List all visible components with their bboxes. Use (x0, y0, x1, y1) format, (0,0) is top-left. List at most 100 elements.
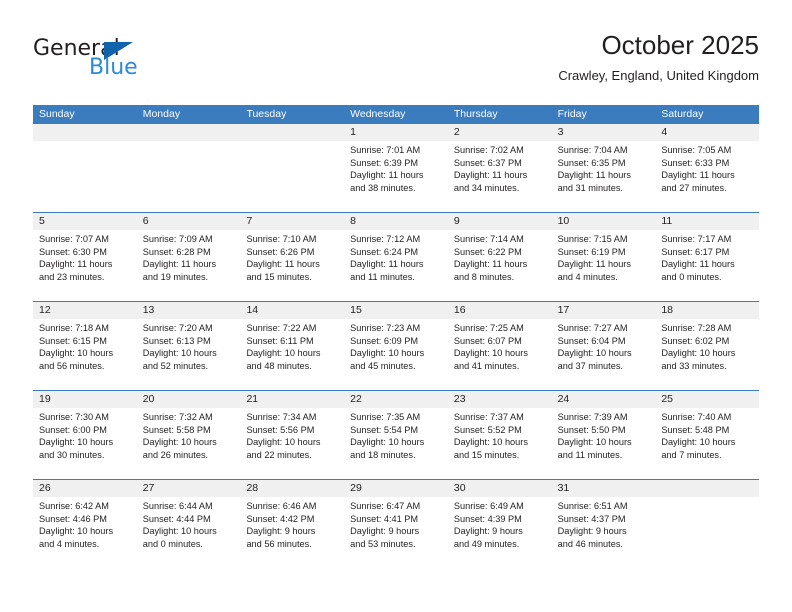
calendar-day-cell[interactable]: 27 Sunrise: 6:44 AM Sunset: 4:44 PM Dayligh… (136, 480, 241, 568)
calendar-day-cell[interactable]: 18 Sunrise: 7:28 AM Sunset: 6:02 PM Dayligh… (655, 302, 760, 390)
calendar-day-cell[interactable]: 12 Sunrise: 7:18 AM Sunset: 6:15 PM Dayligh… (33, 302, 137, 390)
sunrise-text: Sunrise: 6:47 AM (350, 501, 421, 511)
sunset-text: Sunset: 6:00 PM (39, 424, 107, 435)
calendar-week-row: 26 Sunrise: 6:42 AM Sunset: 4:46 PM Dayligh… (33, 479, 760, 568)
title-block: October 2025 Crawley, England, United Ki… (558, 28, 759, 86)
day-details: Sunrise: 7:12 AM Sunset: 6:24 PM Daylight:… (344, 230, 448, 283)
daylight-text: and 15 minutes. (453, 449, 520, 460)
calendar-day-cell[interactable]: 16 Sunrise: 7:25 AM Sunset: 6:07 PM Dayligh… (447, 302, 552, 390)
sunrise-text: Sunrise: 7:25 AM (453, 323, 524, 333)
daylight-text: Daylight: 10 hours (142, 526, 217, 537)
calendar-day-cell[interactable]: 26 Sunrise: 6:42 AM Sunset: 4:46 PM Dayligh… (33, 480, 137, 568)
general-blue-logo[interactable]: General Blue (33, 36, 233, 88)
weekday-header-thursday: Thursday (453, 108, 498, 120)
calendar-day-cell[interactable]: 30 Sunrise: 6:49 AM Sunset: 4:39 PM Dayligh… (447, 480, 552, 568)
day-details: Sunrise: 7:09 AM Sunset: 6:28 PM Daylight:… (137, 230, 241, 283)
sunrise-text: Sunrise: 7:34 AM (246, 412, 317, 422)
calendar-day-cell[interactable]: 15 Sunrise: 7:23 AM Sunset: 6:09 PM Dayligh… (344, 302, 448, 390)
page-title: October 2025 (601, 30, 759, 60)
daylight-text: and 38 minutes. (350, 182, 416, 193)
calendar-day-cell[interactable]: 22 Sunrise: 7:35 AM Sunset: 5:54 PM Dayligh… (344, 391, 448, 479)
daylight-text: and 0 minutes. (142, 538, 203, 549)
day-details: Sunrise: 6:44 AM Sunset: 4:44 PM Daylight:… (137, 497, 241, 550)
daylight-text: Daylight: 11 hours (661, 259, 735, 270)
daylight-text: Daylight: 10 hours (142, 437, 217, 448)
calendar-day-cell[interactable]: 23 Sunrise: 7:37 AM Sunset: 5:52 PM Dayligh… (447, 391, 552, 479)
calendar-day-cell[interactable]: 21 Sunrise: 7:34 AM Sunset: 5:56 PM Dayligh… (240, 391, 345, 479)
calendar-week-row: 5 Sunrise: 7:07 AM Sunset: 6:30 PM Daylight… (33, 212, 760, 301)
daylight-text: and 4 minutes. (39, 538, 100, 549)
day-details: Sunrise: 7:40 AM Sunset: 5:48 PM Daylight:… (655, 408, 759, 461)
daylight-text: and 56 minutes. (246, 538, 312, 549)
calendar-day-cell[interactable]: 7 Sunrise: 7:10 AM Sunset: 6:26 PM Daylight… (240, 213, 345, 301)
daylight-text: and 26 minutes. (142, 449, 209, 460)
day-details: Sunrise: 7:04 AM Sunset: 6:35 PM Daylight:… (552, 141, 656, 194)
daylight-text: Daylight: 11 hours (557, 259, 631, 270)
calendar-day-cell[interactable]: 25 Sunrise: 7:40 AM Sunset: 5:48 PM Dayligh… (655, 391, 760, 479)
sunset-text: Sunset: 5:54 PM (350, 424, 419, 435)
sunrise-text: Sunrise: 7:39 AM (557, 412, 628, 422)
day-details: Sunrise: 6:42 AM Sunset: 4:46 PM Daylight:… (33, 497, 137, 550)
calendar-day-cell[interactable]: 31 Sunrise: 6:51 AM Sunset: 4:37 PM Dayligh… (551, 480, 656, 568)
daylight-text: Daylight: 11 hours (350, 170, 424, 181)
day-number: 21 (240, 391, 345, 408)
calendar-day-cell[interactable]: 5 Sunrise: 7:07 AM Sunset: 6:30 PM Daylight… (33, 213, 137, 301)
day-number: 25 (655, 391, 760, 408)
daylight-text: and 33 minutes. (661, 360, 727, 371)
daylight-text: and 11 minutes. (350, 271, 415, 282)
sunset-text: Sunset: 6:02 PM (661, 335, 730, 346)
daylight-text: Daylight: 10 hours (661, 437, 736, 448)
sunrise-text: Sunrise: 7:02 AM (453, 145, 524, 155)
calendar-day-cell[interactable]: 13 Sunrise: 7:20 AM Sunset: 6:13 PM Dayligh… (136, 302, 241, 390)
calendar-day-cell[interactable]: 17 Sunrise: 7:27 AM Sunset: 6:04 PM Dayligh… (551, 302, 656, 390)
calendar-day-cell[interactable]: 20 Sunrise: 7:32 AM Sunset: 5:58 PM Dayligh… (136, 391, 241, 479)
sunset-text: Sunset: 6:15 PM (39, 335, 107, 346)
calendar-week-row: 12 Sunrise: 7:18 AM Sunset: 6:15 PM Dayligh… (33, 301, 760, 390)
sunrise-text: Sunrise: 7:04 AM (557, 145, 628, 155)
day-number: 12 (33, 302, 137, 319)
calendar-day-cell[interactable]: 9 Sunrise: 7:14 AM Sunset: 6:22 PM Daylight… (447, 213, 552, 301)
calendar-day-cell[interactable]: 19 Sunrise: 7:30 AM Sunset: 6:00 PM Dayligh… (33, 391, 137, 479)
day-number (136, 124, 241, 141)
calendar-day-cell[interactable]: 14 Sunrise: 7:22 AM Sunset: 6:11 PM Dayligh… (240, 302, 345, 390)
daylight-text: Daylight: 11 hours (557, 170, 631, 181)
day-number: 15 (344, 302, 448, 319)
sunset-text: Sunset: 5:50 PM (557, 424, 626, 435)
calendar-day-cell[interactable]: 6 Sunrise: 7:09 AM Sunset: 6:28 PM Daylight… (136, 213, 241, 301)
calendar-day-cell[interactable]: 10 Sunrise: 7:15 AM Sunset: 6:19 PM Dayligh… (551, 213, 656, 301)
calendar-day-cell[interactable]: 29 Sunrise: 6:47 AM Sunset: 4:41 PM Dayligh… (344, 480, 448, 568)
calendar-day-cell[interactable]: 28 Sunrise: 6:46 AM Sunset: 4:42 PM Dayligh… (240, 480, 345, 568)
calendar-day-cell[interactable]: 8 Sunrise: 7:12 AM Sunset: 6:24 PM Daylight… (344, 213, 448, 301)
calendar-day-cell[interactable]: 2 Sunrise: 7:02 AM Sunset: 6:37 PM Daylight… (447, 124, 552, 212)
calendar-day-cell[interactable]: 3 Sunrise: 7:04 AM Sunset: 6:35 PM Daylight… (551, 124, 656, 212)
daylight-text: and 34 minutes. (453, 182, 520, 193)
sunset-text: Sunset: 6:13 PM (142, 335, 211, 346)
sunrise-text: Sunrise: 7:32 AM (142, 412, 213, 422)
day-number: 3 (551, 124, 656, 141)
daylight-text: Daylight: 11 hours (453, 259, 528, 270)
weekday-header-sunday: Sunday (39, 108, 75, 120)
sunset-text: Sunset: 4:37 PM (557, 513, 626, 524)
calendar-day-cell[interactable]: 4 Sunrise: 7:05 AM Sunset: 6:33 PM Daylight… (655, 124, 760, 212)
daylight-text: and 56 minutes. (39, 360, 105, 371)
daylight-text: and 0 minutes. (661, 271, 722, 282)
day-number: 14 (240, 302, 345, 319)
sunrise-text: Sunrise: 7:37 AM (453, 412, 524, 422)
daylight-text: and 30 minutes. (39, 449, 105, 460)
weekday-header-monday: Monday (142, 108, 181, 120)
day-number: 17 (551, 302, 656, 319)
daylight-text: Daylight: 10 hours (661, 348, 736, 359)
weekday-header-wednesday: Wednesday (350, 108, 406, 120)
page-header: General Blue October 2025 Crawley, Engla… (33, 28, 759, 100)
daylight-text: and 41 minutes. (453, 360, 520, 371)
day-number: 29 (344, 480, 448, 497)
weekday-header-tuesday: Tuesday (246, 108, 287, 120)
day-number: 19 (33, 391, 137, 408)
day-number: 28 (240, 480, 345, 497)
calendar-day-cell[interactable]: 24 Sunrise: 7:39 AM Sunset: 5:50 PM Dayligh… (551, 391, 656, 479)
calendar-day-cell[interactable]: 11 Sunrise: 7:17 AM Sunset: 6:17 PM Dayligh… (655, 213, 760, 301)
daylight-text: Daylight: 11 hours (350, 259, 424, 270)
sunset-text: Sunset: 6:30 PM (39, 246, 107, 257)
calendar-day-cell[interactable]: 1 Sunrise: 7:01 AM Sunset: 6:39 PM Daylight… (344, 124, 448, 212)
day-number: 5 (33, 213, 137, 230)
